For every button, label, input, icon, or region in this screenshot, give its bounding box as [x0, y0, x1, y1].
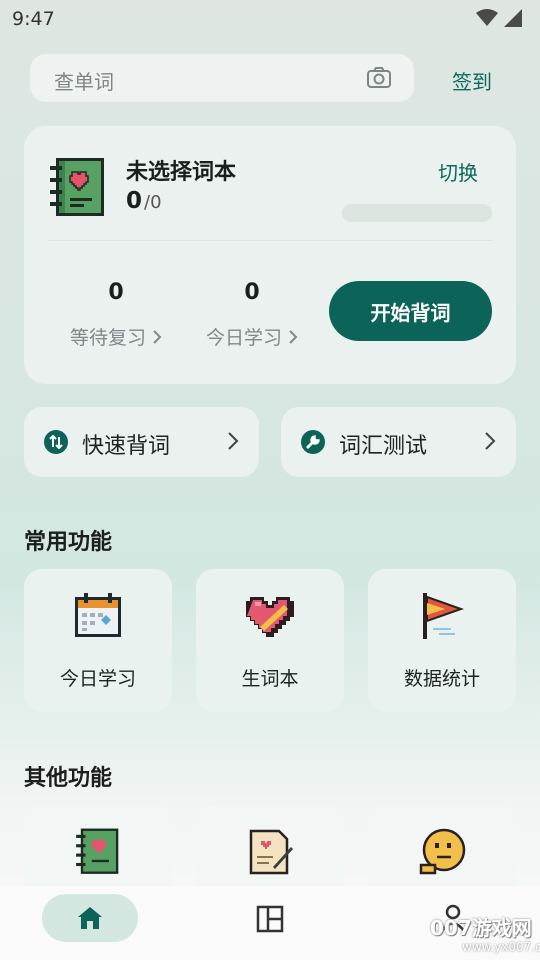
start-button[interactable]: 开始背词 — [329, 281, 492, 341]
thinking-face-icon — [419, 828, 466, 875]
stat-review-text: 等待复习 — [69, 327, 146, 349]
layout-icon[interactable] — [256, 905, 284, 933]
chevron-right-icon — [289, 329, 298, 344]
swap-icon — [44, 430, 68, 454]
vocab-test-button[interactable]: 词汇测试 — [281, 407, 516, 477]
learned-count: 0 — [126, 188, 143, 214]
section-title-other: 其他功能 — [24, 766, 113, 791]
wrench-icon — [301, 430, 325, 454]
book-progress-bar — [342, 204, 492, 222]
stat-today[interactable]: 0 今日学习 — [192, 280, 312, 350]
tile-new-words[interactable]: 生词本 — [196, 569, 344, 712]
book-count: 0/0 — [126, 188, 162, 214]
tile-today-study-label: 今日学习 — [59, 668, 136, 690]
status-icons — [476, 9, 522, 27]
stat-today-value: 0 — [244, 280, 260, 305]
card-divider — [48, 240, 492, 241]
chevron-right-icon — [153, 329, 162, 344]
chevron-right-icon — [485, 432, 496, 450]
book-card: 未选择词本 0/0 切换 0 等待复习 0 今日学习 开始背词 — [24, 126, 516, 384]
notebook-icon — [50, 158, 104, 216]
quick-memorize-button[interactable]: 快速背词 — [24, 407, 259, 477]
watermark: 007游戏网 — [430, 916, 532, 940]
stat-review[interactable]: 0 等待复习 — [56, 280, 176, 350]
notebook-icon — [76, 828, 119, 874]
status-time: 9:47 — [12, 8, 55, 30]
flag-icon — [423, 593, 465, 639]
tile-new-words-label: 生词本 — [241, 668, 299, 690]
wifi-icon — [476, 9, 498, 26]
search-bar[interactable]: 查单词 — [30, 54, 414, 102]
chevron-right-icon — [228, 432, 239, 450]
section-title-common: 常用功能 — [24, 530, 113, 555]
stat-today-text: 今日学习 — [205, 327, 282, 349]
signal-icon — [504, 9, 522, 27]
book-title: 未选择词本 — [126, 160, 237, 185]
status-bar: 9:47 — [0, 0, 540, 38]
switch-book-link[interactable]: 切换 — [438, 157, 478, 186]
search-input[interactable]: 查单词 — [54, 66, 114, 95]
calendar-icon — [75, 593, 121, 637]
watermark-url: www.yx007.com — [462, 940, 540, 954]
nav-home-tab[interactable] — [42, 894, 138, 942]
tile-statistics[interactable]: 数据统计 — [368, 569, 516, 712]
signin-link[interactable]: 签到 — [452, 66, 492, 95]
camera-icon[interactable] — [366, 66, 392, 90]
heart-book-icon — [246, 597, 294, 637]
quick-memorize-label: 快速背词 — [82, 434, 171, 459]
stat-review-value: 0 — [108, 280, 124, 305]
tile-today-study[interactable]: 今日学习 — [24, 569, 172, 712]
letter-icon — [249, 829, 293, 875]
total-count: /0 — [144, 192, 162, 213]
tile-statistics-label: 数据统计 — [403, 668, 480, 690]
stat-today-label[interactable]: 今日学习 — [192, 323, 312, 350]
home-icon — [78, 907, 102, 929]
stat-review-label[interactable]: 等待复习 — [56, 323, 176, 350]
vocab-test-label: 词汇测试 — [339, 434, 428, 459]
